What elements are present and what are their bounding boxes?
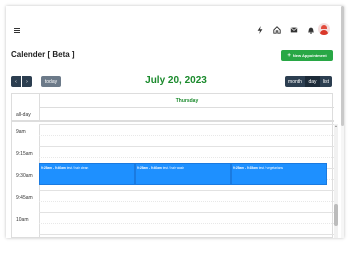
time-label: 9:45am: [16, 195, 33, 201]
slot-line: [39, 157, 334, 158]
slot-line: [39, 124, 334, 125]
mail-icon[interactable]: [290, 26, 298, 34]
prev-button[interactable]: ‹: [11, 76, 21, 87]
top-icons: [256, 26, 324, 34]
hamburger-icon[interactable]: [14, 28, 20, 33]
event[interactable]: 9:25am - 9:35am test / vegetarians: [231, 163, 327, 185]
new-appointment-label: New Appointment: [292, 53, 327, 58]
event-time: 9:25am - 9:35am: [233, 166, 258, 170]
event-time: 9:25am - 9:40am: [41, 166, 66, 170]
slot-line: [39, 146, 334, 147]
time-label: 9:15am: [16, 151, 33, 157]
top-bar: [6, 6, 344, 48]
view-list-button[interactable]: list: [320, 76, 332, 87]
time-label: 10am: [16, 217, 29, 223]
page-scrollbar[interactable]: [341, 6, 344, 238]
slot-line: [39, 135, 334, 136]
next-button[interactable]: ›: [22, 76, 32, 87]
time-label: 9am: [16, 129, 26, 135]
new-appointment-button[interactable]: + New Appointment: [281, 50, 333, 61]
event-title: test / hair wash: [162, 166, 185, 170]
view-day-button[interactable]: day: [305, 76, 320, 87]
event[interactable]: 9:25am - 9:40am test / hair clean: [39, 163, 135, 185]
slot-line: [39, 201, 334, 202]
slot-line: [39, 190, 334, 191]
avatar[interactable]: [318, 23, 330, 35]
calendar-grid: Thursday all-day 9am 9:15am 9:30am 9:45a…: [11, 93, 338, 238]
home-icon[interactable]: [273, 26, 281, 34]
event[interactable]: 9:25am - 9:40am test / hair wash: [135, 163, 231, 185]
slot-line: [39, 223, 334, 224]
lightning-icon[interactable]: [256, 26, 264, 34]
bell-icon[interactable]: [307, 26, 315, 34]
app-window: Calender [ Beta ] + New Appointment ‹ › …: [6, 6, 344, 238]
event-title: test / hair clean: [66, 166, 89, 170]
event-title: test / vegetarians: [258, 166, 283, 170]
scroll-up-arrow[interactable]: ▲: [334, 124, 338, 128]
plus-icon: +: [287, 52, 291, 59]
today-button[interactable]: today: [41, 76, 61, 87]
event-time: 9:25am - 9:40am: [137, 166, 162, 170]
view-switcher: month day list: [285, 76, 332, 87]
time-label: 9:30am: [16, 173, 33, 179]
allday-row: all-day: [12, 108, 334, 122]
slot-line: [39, 234, 334, 235]
grid-scroll-thumb[interactable]: [334, 204, 338, 226]
allday-cell[interactable]: [39, 108, 334, 122]
calendar-title: July 20, 2023: [145, 75, 207, 86]
page-title: Calender [ Beta ]: [11, 50, 75, 59]
slot-line: [39, 212, 334, 213]
grid-scrollbar[interactable]: ▲: [334, 124, 338, 238]
allday-label: all-day: [16, 112, 31, 118]
view-month-button[interactable]: month: [285, 76, 305, 87]
day-header: Thursday: [39, 94, 334, 108]
page-scroll-thumb[interactable]: [341, 6, 344, 126]
